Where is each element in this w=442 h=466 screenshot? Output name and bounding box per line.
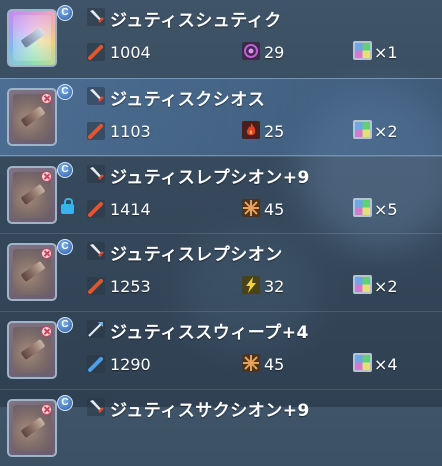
- class-badge: C: [57, 395, 73, 411]
- sword-icon: [87, 398, 105, 416]
- fire-icon: [242, 121, 260, 139]
- cross-burst-icon: [242, 199, 260, 217]
- grind-value: ×2: [374, 277, 398, 296]
- item-thumbnail: [7, 399, 57, 457]
- lock-icon: [61, 198, 74, 214]
- class-badge: C: [57, 5, 73, 21]
- item-name: ジュティスシュティク: [110, 11, 282, 31]
- item-thumbnail: [7, 9, 57, 67]
- no-entry-icon: [41, 93, 52, 104]
- no-entry-icon: [41, 171, 52, 182]
- sword-icon: [87, 242, 105, 260]
- potential-value: 45: [264, 355, 285, 374]
- item-name: ジュティスサクシオン+9: [110, 401, 310, 421]
- item-name: ジュティスクシオス: [110, 90, 266, 110]
- item-name: ジュティスレプシオン: [110, 245, 283, 265]
- class-badge: C: [57, 162, 73, 178]
- item-thumbnail: [7, 166, 57, 224]
- attack-value: 1290: [110, 355, 151, 374]
- item-row[interactable]: C ジュティスサクシオン+9: [0, 389, 442, 466]
- sword-icon: [87, 8, 105, 26]
- grind-icon: [353, 120, 372, 139]
- item-row[interactable]: C ジュティスレプシオン+9 1414 45 ×5: [0, 156, 442, 233]
- purple-target-icon: [242, 42, 260, 60]
- class-badge: C: [57, 84, 73, 100]
- item-row[interactable]: C ジュティスレプシオン 1253 32 ×2: [0, 233, 442, 310]
- item-name: ジュティスレプシオン+9: [110, 168, 310, 188]
- potential-value: 25: [264, 122, 285, 141]
- cross-burst-icon: [242, 354, 260, 372]
- sword-icon: [87, 165, 105, 183]
- attack-value: 1253: [110, 277, 151, 296]
- attack-value: 1103: [110, 122, 151, 141]
- class-badge: C: [57, 239, 73, 255]
- item-name: ジュティススウィープ+4: [110, 323, 309, 343]
- grind-value: ×1: [374, 43, 398, 62]
- partisan-icon: [87, 320, 105, 338]
- attack-icon: [87, 122, 105, 140]
- no-entry-icon: [41, 326, 52, 337]
- potential-value: 45: [264, 200, 285, 219]
- grind-icon: [353, 198, 372, 217]
- attack-value: 1414: [110, 200, 151, 219]
- item-thumbnail: [7, 243, 57, 301]
- potential-value: 29: [264, 43, 285, 62]
- attack-icon: [87, 355, 105, 373]
- grind-icon: [353, 275, 372, 294]
- attack-icon: [87, 200, 105, 218]
- grind-icon: [353, 353, 372, 372]
- item-thumbnail: [7, 321, 57, 379]
- item-row-selected[interactable]: C ジュティスクシオス 1103 25 ×2: [0, 78, 442, 156]
- item-row[interactable]: C ジュティスシュティク 1004 29 ×1: [0, 0, 442, 76]
- class-badge: C: [57, 317, 73, 333]
- no-entry-icon: [41, 404, 52, 415]
- grind-icon: [353, 41, 372, 60]
- grind-value: ×5: [374, 200, 398, 219]
- grind-value: ×2: [374, 122, 398, 141]
- attack-value: 1004: [110, 43, 151, 62]
- grind-value: ×4: [374, 355, 398, 374]
- attack-icon: [87, 277, 105, 295]
- lightning-icon: [242, 276, 260, 294]
- sword-icon: [87, 87, 105, 105]
- no-entry-icon: [41, 248, 52, 259]
- attack-icon: [87, 43, 105, 61]
- item-row[interactable]: C ジュティススウィープ+4 1290 45 ×4: [0, 311, 442, 388]
- item-thumbnail: [7, 88, 57, 146]
- potential-value: 32: [264, 277, 285, 296]
